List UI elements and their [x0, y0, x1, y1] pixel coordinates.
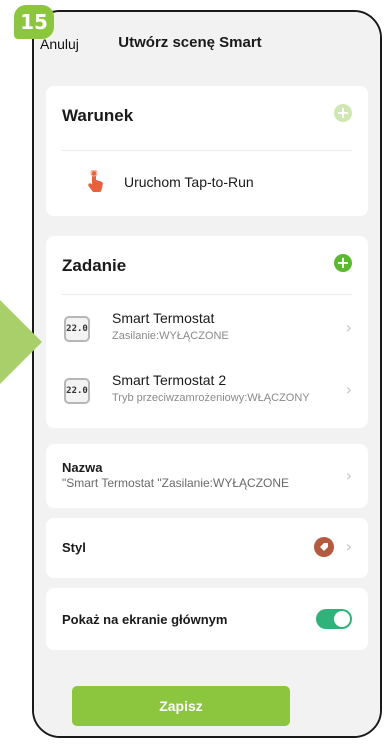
chevron-right-icon: › — [345, 380, 352, 399]
chevron-right-icon: › — [345, 466, 352, 485]
top-bar: Anuluj Utwórz scenę Smart — [34, 12, 380, 72]
show-on-home-label: Pokaż na ekranie głównym — [62, 612, 228, 627]
thermostat-icon: 22.0 — [64, 316, 90, 342]
condition-item-label: Uruchom Tap-to-Run — [124, 174, 254, 190]
save-button[interactable]: Zapisz — [72, 686, 290, 726]
task-item[interactable]: 22.0 Smart Termostat Zasilanie:WYŁĄCZONE… — [46, 298, 368, 360]
condition-item[interactable]: Uruchom Tap-to-Run — [46, 150, 368, 216]
task-item-name: Smart Termostat — [112, 310, 215, 326]
show-on-home-row: Pokaż na ekranie głównym — [46, 588, 368, 650]
phone-screen: Anuluj Utwórz scenę Smart Warunek + Uruc… — [32, 10, 382, 738]
task-card: Zadanie + 22.0 Smart Termostat Zasilanie… — [46, 236, 368, 428]
task-title: Zadanie — [62, 256, 127, 275]
divider — [62, 294, 352, 295]
name-label: Nazwa — [62, 460, 103, 475]
name-row[interactable]: Nazwa "Smart Termostat "Zasilanie:WYŁĄCZ… — [46, 444, 368, 508]
toggle-knob — [334, 611, 350, 627]
task-item-detail: Zasilanie:WYŁĄCZONE — [112, 330, 229, 342]
name-value: "Smart Termostat "Zasilanie:WYŁĄCZONE — [62, 476, 290, 490]
chevron-right-icon: › — [345, 318, 352, 337]
style-row[interactable]: Styl › — [46, 518, 368, 578]
style-tag-icon — [314, 537, 334, 557]
task-item[interactable]: 22.0 Smart Termostat 2 Tryb przeciwzamro… — [46, 360, 368, 422]
page-title: Utwórz scenę Smart — [118, 34, 262, 51]
add-task-icon[interactable]: + — [334, 254, 352, 272]
show-on-home-toggle[interactable] — [316, 609, 352, 629]
task-item-name: Smart Termostat 2 — [112, 372, 227, 388]
tap-hand-icon — [86, 169, 106, 194]
task-item-detail: Tryb przeciwzamrożeniowy:WŁĄCZONY — [112, 392, 310, 404]
step-number-badge: 15 — [14, 5, 54, 39]
add-condition-icon[interactable]: + — [334, 104, 352, 122]
thermostat-icon: 22.0 — [64, 378, 90, 404]
condition-title: Warunek — [62, 106, 134, 125]
chevron-right-icon: › — [345, 537, 352, 556]
style-label: Styl — [62, 540, 86, 555]
condition-card: Warunek + Uruchom Tap-to-Run — [46, 86, 368, 216]
